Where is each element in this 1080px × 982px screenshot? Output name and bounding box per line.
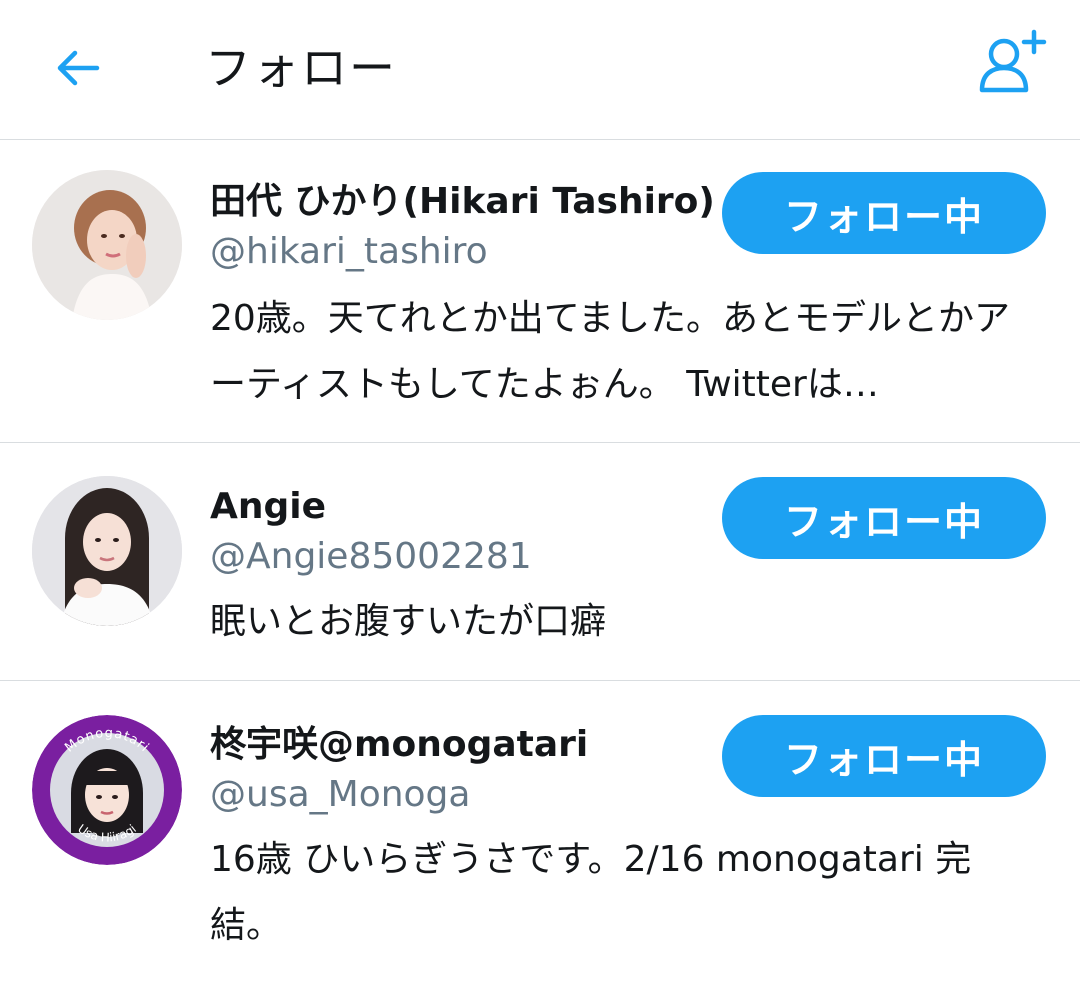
following-button[interactable]: フォロー中 [722, 477, 1046, 559]
user-bio: 16歳 ひいらぎうさです。2/16 monogatari 完結。 [210, 839, 972, 946]
add-user-button[interactable] [972, 28, 1052, 100]
avatar[interactable] [32, 170, 182, 320]
user-handle: @Angie85002281 [210, 536, 532, 577]
user-bio: 眠いとお腹すいたが口癖 [210, 601, 607, 642]
avatar[interactable]: Monogatari Usa Hiiragi [32, 715, 182, 865]
add-user-icon [979, 29, 1047, 93]
user-bio: 20歳。天てれとか出てました。あとモデルとかアーティストもしてたよぉん。 Twi… [210, 298, 1011, 405]
avatar-photo-icon [32, 170, 182, 320]
user-list-item[interactable]: 田代 ひかり(Hikari Tashiro) @hikari_tashiro 2… [0, 140, 1080, 443]
avatar-photo-icon: Monogatari Usa Hiiragi [32, 715, 182, 865]
user-list-item[interactable]: Angie @Angie85002281 眠いとお腹すいたが口癖 フォロー中 [0, 443, 1080, 681]
page-title: フォロー [205, 41, 397, 95]
user-display-name: 田代 ひかり(Hikari Tashiro) [210, 181, 715, 222]
following-button[interactable]: フォロー中 [722, 715, 1046, 797]
arrow-left-icon [57, 50, 100, 86]
avatar-photo-icon [32, 476, 182, 626]
following-button[interactable]: フォロー中 [722, 172, 1046, 254]
back-button[interactable] [46, 36, 110, 100]
top-app-bar: フォロー [0, 0, 1080, 140]
user-handle: @usa_Monoga [210, 774, 471, 815]
avatar[interactable] [32, 476, 182, 626]
user-list-item[interactable]: Monogatari Usa Hiiragi 柊宇咲@monogatari @u… [0, 681, 1080, 982]
user-display-name: Angie [210, 486, 327, 527]
user-handle: @hikari_tashiro [210, 231, 488, 272]
user-display-name: 柊宇咲@monogatari [210, 724, 589, 765]
